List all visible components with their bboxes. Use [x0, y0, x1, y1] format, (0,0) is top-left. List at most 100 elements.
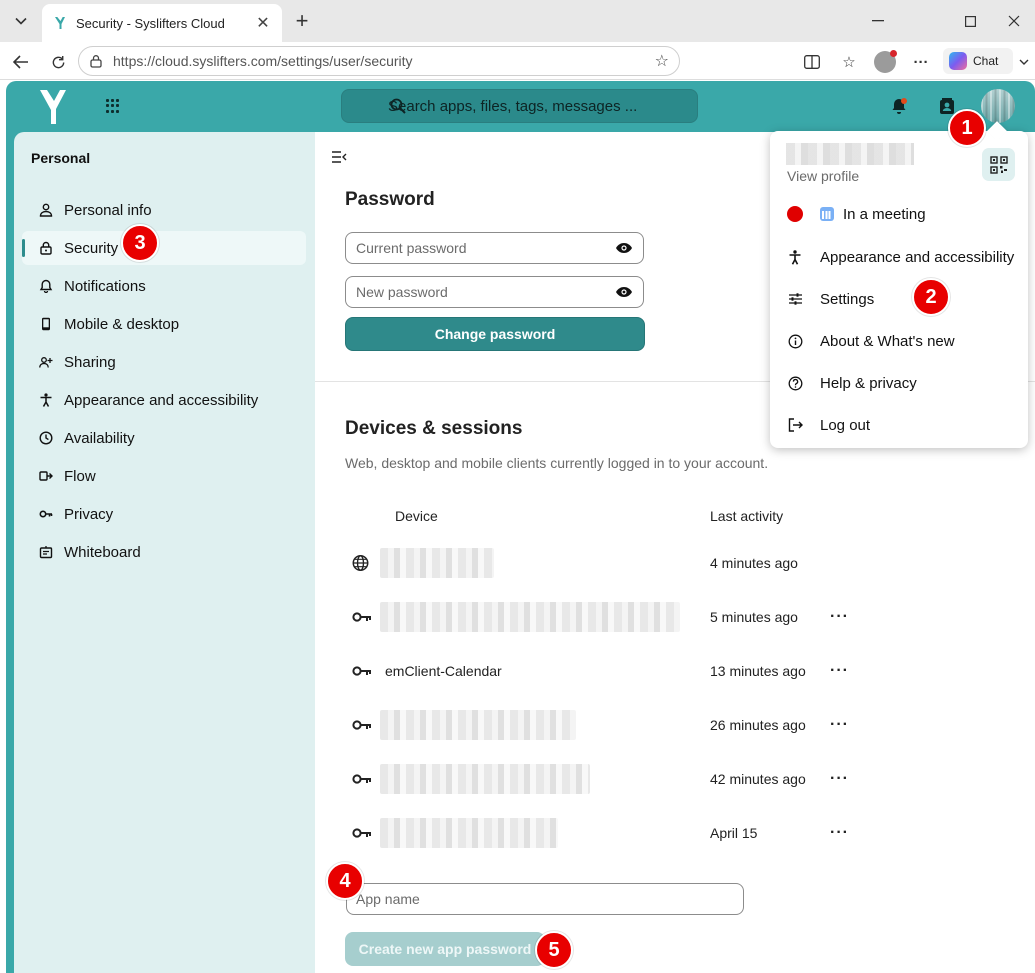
- copilot-icon: [949, 52, 967, 70]
- menu-item-help[interactable]: Help & privacy: [770, 363, 1028, 403]
- sidebar-item-sharing[interactable]: Sharing: [22, 345, 306, 379]
- tab-list-button[interactable]: [7, 8, 35, 34]
- split-screen-icon[interactable]: [801, 51, 823, 73]
- row-actions-icon[interactable]: ···: [830, 716, 849, 734]
- column-header-last-activity: Last activity: [710, 508, 784, 524]
- menu-item-label: Appearance and accessibility: [820, 248, 1015, 266]
- arrow-left-icon: [13, 55, 28, 69]
- help-icon: [788, 376, 802, 390]
- minimize-icon: [872, 20, 884, 22]
- person-icon: [39, 203, 53, 217]
- app-menu-icon[interactable]: [106, 99, 120, 113]
- sidebar-item-flow[interactable]: Flow: [22, 459, 306, 493]
- sidebar-item-security[interactable]: Security: [22, 231, 306, 265]
- notifications-button[interactable]: [888, 95, 910, 117]
- eye-icon[interactable]: [615, 242, 633, 254]
- user-avatar[interactable]: [981, 89, 1015, 123]
- flow-icon: [39, 471, 53, 481]
- sidebar-item-personal-info[interactable]: Personal info: [22, 193, 306, 227]
- menu-item-label: Help & privacy: [820, 374, 917, 392]
- view-profile-link[interactable]: View profile: [787, 168, 859, 184]
- key-icon: [352, 720, 371, 730]
- status-menu-item[interactable]: In a meeting: [770, 194, 1028, 234]
- sidebar-item-availability[interactable]: Availability: [22, 421, 306, 455]
- sidebar-item-label: Notifications: [64, 277, 146, 295]
- row-actions-icon[interactable]: ···: [830, 770, 849, 788]
- url-text: https://cloud.syslifters.com/settings/us…: [113, 53, 655, 69]
- sidebar-item-label: Flow: [64, 467, 96, 485]
- sidebar-item-label: Mobile & desktop: [64, 315, 180, 333]
- new-password-input[interactable]: New password: [345, 276, 644, 308]
- row-actions-icon[interactable]: ···: [830, 824, 849, 842]
- redacted-device-name: [380, 548, 494, 578]
- whiteboard-icon: [39, 546, 53, 559]
- menu-item-label: Settings: [820, 290, 875, 308]
- profile-notification-dot: [890, 50, 897, 57]
- sidebar-item-notifications[interactable]: Notifications: [22, 269, 306, 303]
- last-activity: 26 minutes ago: [710, 717, 806, 733]
- eye-icon[interactable]: [615, 286, 633, 298]
- toggle-sidebar-icon[interactable]: [331, 150, 347, 164]
- minimize-button[interactable]: [855, 0, 901, 42]
- back-button[interactable]: [8, 49, 34, 75]
- chat-label: Chat: [973, 54, 999, 68]
- search-icon: [390, 98, 406, 114]
- last-activity: April 15: [710, 825, 758, 841]
- chevron-down-icon: [15, 17, 27, 25]
- step-badge-4: 4: [326, 862, 364, 900]
- url-host: https://cloud.syslifters.com: [113, 53, 278, 69]
- qr-code-button[interactable]: [982, 148, 1015, 181]
- app-name-input[interactable]: App name: [346, 883, 744, 915]
- redacted-device-name: [380, 602, 680, 632]
- favorite-star-icon[interactable]: ☆: [655, 51, 669, 71]
- chat-chevron-icon[interactable]: [1013, 51, 1035, 73]
- table-row: April 15 ···: [345, 806, 905, 860]
- app-name-placeholder: App name: [356, 891, 420, 907]
- password-section-title: Password: [345, 189, 435, 210]
- maximize-button[interactable]: [947, 0, 993, 42]
- menu-item-about[interactable]: About & What's new: [770, 321, 1028, 361]
- new-tab-button[interactable]: +: [290, 8, 314, 33]
- row-actions-icon[interactable]: ···: [830, 608, 849, 626]
- browser-toolbar: https://cloud.syslifters.com/settings/us…: [0, 42, 1035, 80]
- sidebar-item-mobile-desktop[interactable]: Mobile & desktop: [22, 307, 306, 341]
- contacts-icon: [940, 98, 954, 114]
- change-password-button[interactable]: Change password: [345, 317, 645, 351]
- lock-icon: [40, 241, 52, 255]
- more-options-icon[interactable]: ···: [910, 51, 932, 73]
- status-text: In a meeting: [843, 205, 926, 223]
- info-icon: [788, 334, 802, 348]
- bell-icon: [892, 98, 907, 114]
- menu-item-label: Log out: [820, 416, 871, 434]
- qr-code-icon: [989, 155, 1008, 174]
- menu-item-logout[interactable]: Log out: [770, 405, 1028, 445]
- phone-icon: [42, 317, 50, 331]
- sidebar-item-privacy[interactable]: Privacy: [22, 497, 306, 531]
- unified-search[interactable]: Search apps, files, tags, messages ...: [341, 89, 698, 123]
- site-info-icon[interactable]: [89, 54, 103, 68]
- sidebar-item-appearance[interactable]: Appearance and accessibility: [22, 383, 306, 417]
- search-placeholder: Search apps, files, tags, messages ...: [388, 97, 638, 115]
- last-activity: 5 minutes ago: [710, 609, 798, 625]
- favorites-icon[interactable]: ☆: [838, 51, 860, 73]
- device-name: emClient-Calendar: [385, 663, 502, 679]
- maximize-icon: [964, 15, 976, 27]
- close-tab-icon[interactable]: ✕: [254, 13, 272, 33]
- sidebar-item-whiteboard[interactable]: Whiteboard: [22, 535, 306, 569]
- copilot-chat-button[interactable]: Chat: [943, 48, 1013, 74]
- step-badge-1: 1: [948, 109, 986, 147]
- row-actions-icon[interactable]: ···: [830, 662, 849, 680]
- current-password-input[interactable]: Current password: [345, 232, 644, 264]
- syslifters-favicon-icon: [55, 17, 65, 29]
- browser-tab[interactable]: Security - Syslifters Cloud ✕: [42, 4, 282, 42]
- refresh-icon: [52, 55, 64, 68]
- browser-tab-bar: Security - Syslifters Cloud ✕ +: [0, 0, 1035, 42]
- refresh-button[interactable]: [45, 49, 71, 75]
- create-app-password-button[interactable]: Create new app password: [345, 932, 545, 966]
- menu-item-settings[interactable]: Settings: [770, 279, 1028, 319]
- syslifters-logo-icon[interactable]: [38, 87, 68, 127]
- calendar-icon: [820, 206, 834, 221]
- address-bar[interactable]: https://cloud.syslifters.com/settings/us…: [78, 46, 680, 76]
- menu-item-appearance[interactable]: Appearance and accessibility: [770, 237, 1028, 277]
- close-window-button[interactable]: [994, 0, 1034, 42]
